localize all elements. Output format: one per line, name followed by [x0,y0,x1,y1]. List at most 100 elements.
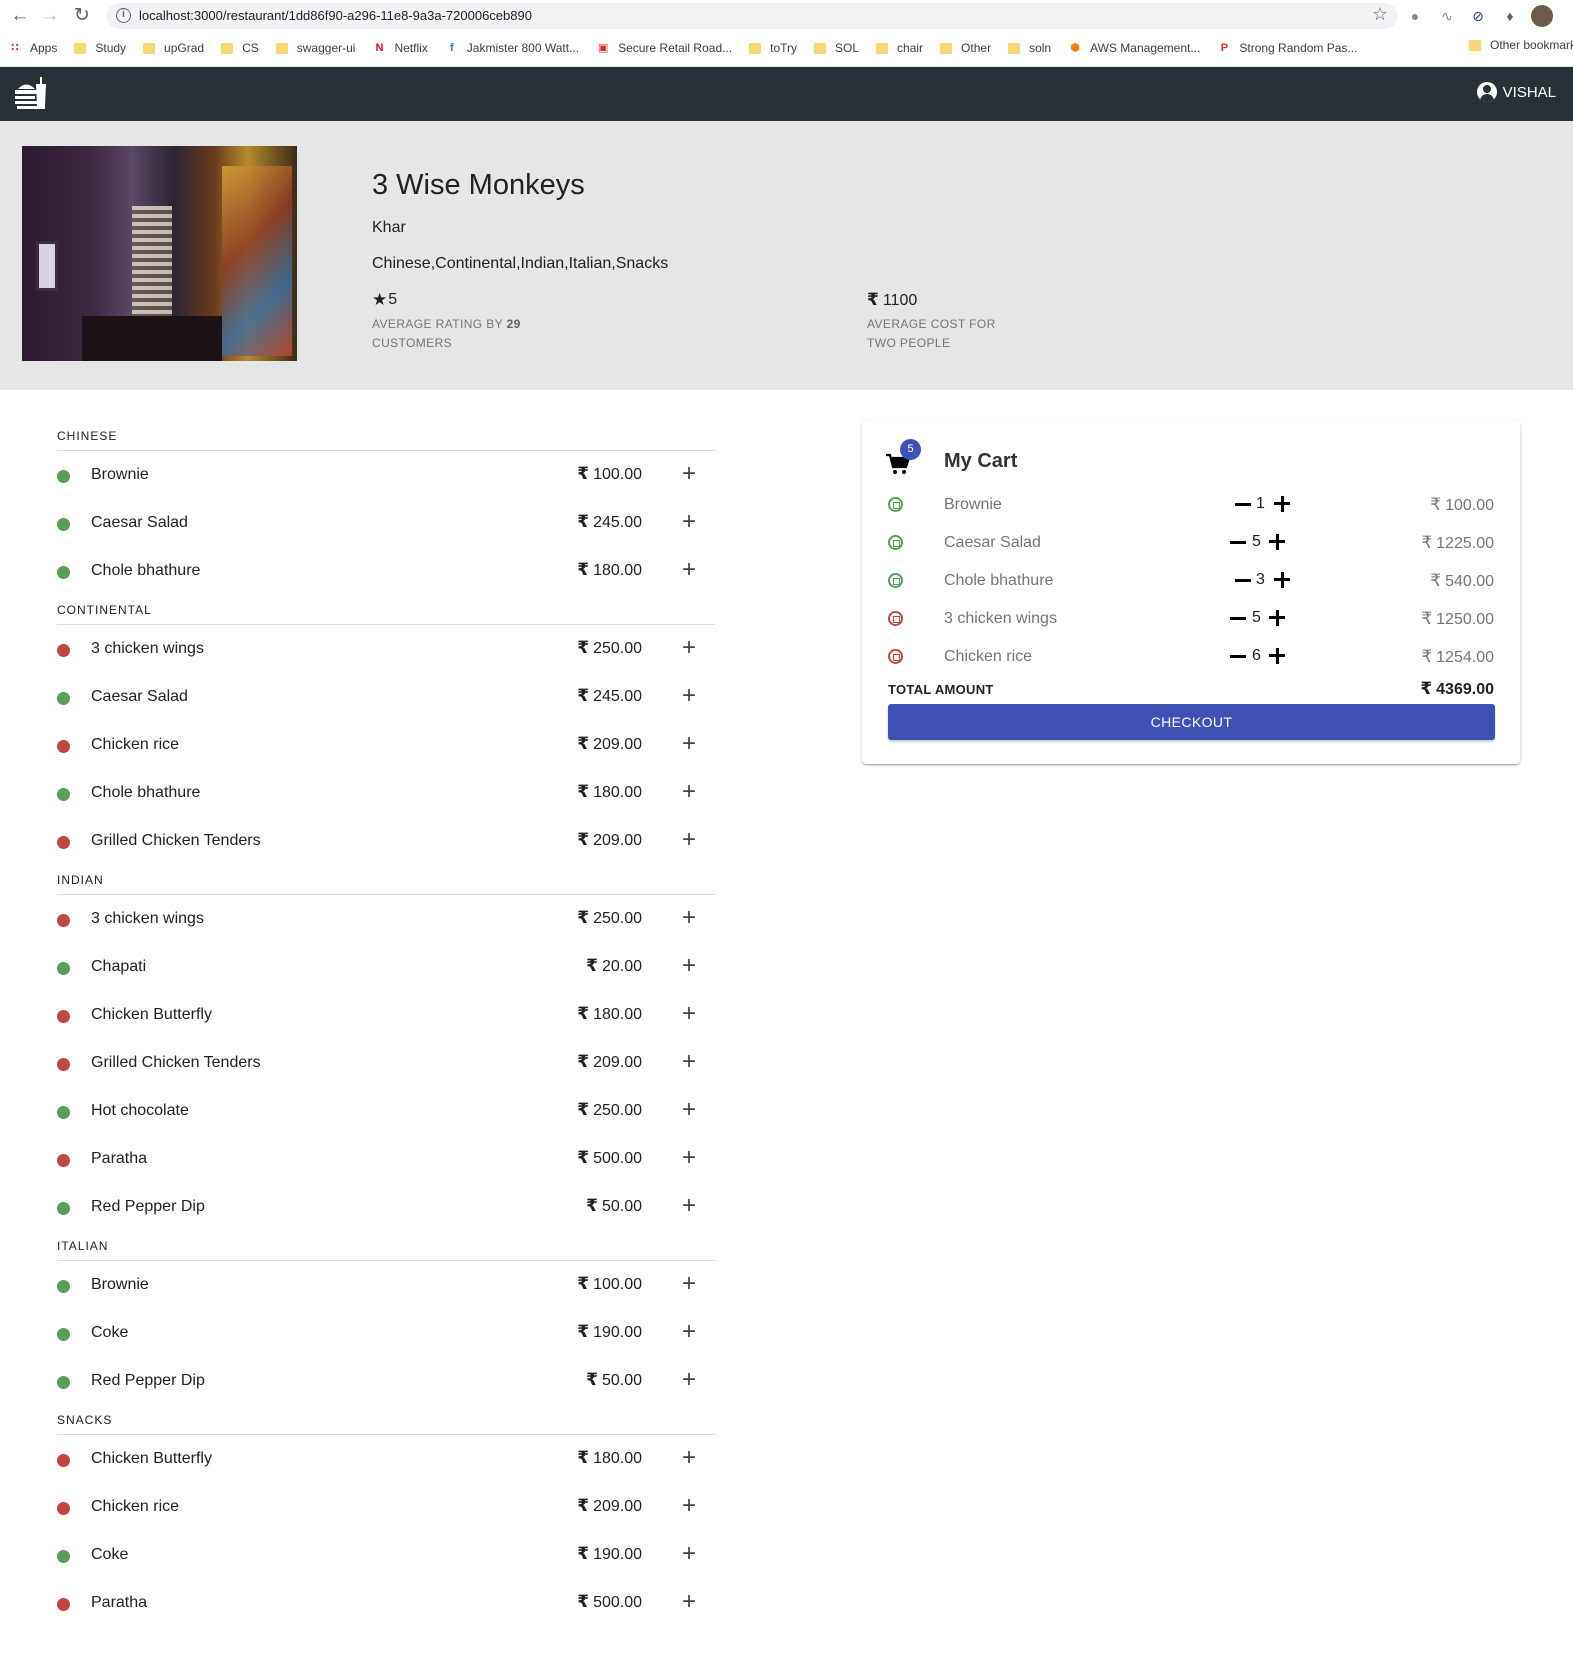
menu-item-name: Chicken rice [91,1498,180,1515]
add-to-cart-icon[interactable]: + [677,828,701,853]
checkout-button[interactable]: CHECKOUT [888,704,1495,740]
bookmark-item[interactable]: ⬢ AWS Management... [1068,41,1200,55]
decrease-quantity-icon[interactable] [1229,532,1247,552]
veg-indicator-icon [57,788,70,801]
forward-arrow-icon[interactable]: → [38,4,62,28]
bookmark-item[interactable]: f Jakmister 800 Watt... [445,41,579,55]
increase-quantity-icon[interactable] [1272,570,1292,590]
increase-quantity-icon[interactable] [1272,494,1292,514]
add-to-cart-icon[interactable]: + [677,1272,701,1297]
bookmark-item[interactable]: Study [74,41,126,55]
menu-item: Red Pepper Dip ₹50.00 + [57,1357,715,1405]
bookmark-item[interactable]: toTry [749,41,797,55]
add-to-cart-icon[interactable]: + [677,1494,701,1519]
cart-item-price-value: 1250.00 [1436,611,1494,628]
bookmark-star-icon[interactable]: ☆ [1372,4,1388,25]
bookmark-label: Jakmister 800 Watt... [466,41,580,55]
menu-item-price: ₹209.00 [577,734,642,754]
bookmark-item[interactable]: CS [221,41,259,55]
bookmark-item[interactable]: upGrad [143,41,204,55]
add-to-cart-icon[interactable]: + [677,462,701,487]
menu-item-price-value: 250.00 [593,640,642,657]
increase-quantity-icon[interactable] [1267,646,1287,666]
menu-item: 3 chicken wings ₹250.00 + [57,625,715,673]
veg-indicator-icon [57,1280,70,1293]
bookmark-item[interactable]: N Netflix [372,41,427,55]
add-to-cart-icon[interactable]: + [677,732,701,757]
cart-item: Chole bhathure 3 ₹540.00 [862,562,1520,600]
add-to-cart-icon[interactable]: + [677,558,701,583]
add-to-cart-icon[interactable]: + [677,1590,701,1615]
add-to-cart-icon[interactable]: + [677,1146,701,1171]
add-to-cart-icon[interactable]: + [677,1446,701,1471]
reload-icon[interactable]: ↻ [70,4,94,28]
bookmark-label: Other [961,41,992,55]
user-menu[interactable]: VISHAL [1476,82,1556,102]
add-to-cart-icon[interactable]: + [677,1542,701,1567]
bookmark-item[interactable]: SOL [814,41,859,55]
add-to-cart-icon[interactable]: + [677,636,701,661]
menu-item-name: Brownie [91,1276,149,1293]
add-to-cart-icon[interactable]: + [677,780,701,805]
food-logo-icon[interactable] [14,76,48,110]
add-to-cart-icon[interactable]: + [677,1098,701,1123]
folder-icon [1469,39,1481,51]
bookmark-label: swagger-ui [296,41,356,55]
adblock-extension-icon[interactable]: ● [1405,6,1425,26]
decrease-quantity-icon[interactable] [1229,608,1247,628]
folder-icon [143,42,156,54]
menu-item-name: Red Pepper Dip [91,1372,205,1389]
password-icon: P [1220,42,1229,54]
bookmark-item[interactable]: soln [1008,41,1051,55]
add-to-cart-icon[interactable]: + [677,684,701,709]
bookmark-label: CS [242,41,259,55]
add-to-cart-icon[interactable]: + [677,1050,701,1075]
veg-indicator-icon [57,1106,70,1119]
increase-quantity-icon[interactable] [1267,608,1287,628]
category-title: ITALIAN [57,1231,715,1261]
address-bar[interactable]: i localhost:3000/restaurant/1dd86f90-a29… [106,3,1398,29]
menu-item: Caesar Salad ₹245.00 + [57,673,715,721]
metrics-extension-icon[interactable]: ∿ [1437,6,1457,26]
puzzle-extensions-icon[interactable]: ♦ [1500,6,1520,26]
bookmark-item[interactable]: P Strong Random Pas... [1217,41,1358,55]
blocker-extension-icon[interactable]: ⊘ [1468,6,1488,26]
add-to-cart-icon[interactable]: + [677,510,701,535]
bookmark-item[interactable]: chair [876,41,923,55]
menu-item: Coke ₹190.00 + [57,1309,715,1357]
add-to-cart-icon[interactable]: + [677,1194,701,1219]
other-bookmarks[interactable]: Other bookmarks [1469,38,1573,52]
info-icon[interactable]: i [116,8,131,23]
bookmark-item[interactable]: ∷ Apps [8,41,57,55]
menu-item-price: ₹190.00 [577,1322,642,1342]
add-to-cart-icon[interactable]: + [677,954,701,979]
add-to-cart-icon[interactable]: + [677,906,701,931]
add-to-cart-icon[interactable]: + [677,1320,701,1345]
rupee-icon: ₹ [1421,609,1433,628]
profile-avatar[interactable] [1531,5,1553,27]
cart-item-quantity: 5 [1252,533,1261,550]
add-to-cart-icon[interactable]: + [677,1002,701,1027]
rupee-icon: ₹ [1421,533,1433,552]
menu-item-price: ₹20.00 [586,956,642,976]
folder-icon [74,42,87,54]
menu-item-price-value: 100.00 [593,1276,642,1293]
menu-item-name: Chicken rice [91,736,180,753]
bookmark-label: soln [1029,41,1052,55]
menu-item-name: Paratha [91,1594,148,1611]
decrease-quantity-icon[interactable] [1229,646,1247,666]
rupee-icon: ₹ [577,1322,590,1341]
bookmark-item[interactable]: Other [940,41,991,55]
cart-item-price-value: 1225.00 [1436,535,1494,552]
back-arrow-icon[interactable]: ← [8,4,32,28]
url-text[interactable]: localhost:3000/restaurant/1dd86f90-a296-… [139,8,532,23]
decrease-quantity-icon[interactable] [1234,570,1252,590]
bookmark-item[interactable]: swagger-ui [275,41,356,55]
bookmark-item[interactable]: ▣ Secure Retail Road... [596,41,732,55]
add-to-cart-icon[interactable]: + [677,1368,701,1393]
decrease-quantity-icon[interactable] [1234,494,1252,514]
cart-item-price: ₹100.00 [1430,495,1494,515]
increase-quantity-icon[interactable] [1267,532,1287,552]
average-cost-value: 1100 [882,292,918,309]
cart-item-price-value: 100.00 [1445,497,1494,514]
